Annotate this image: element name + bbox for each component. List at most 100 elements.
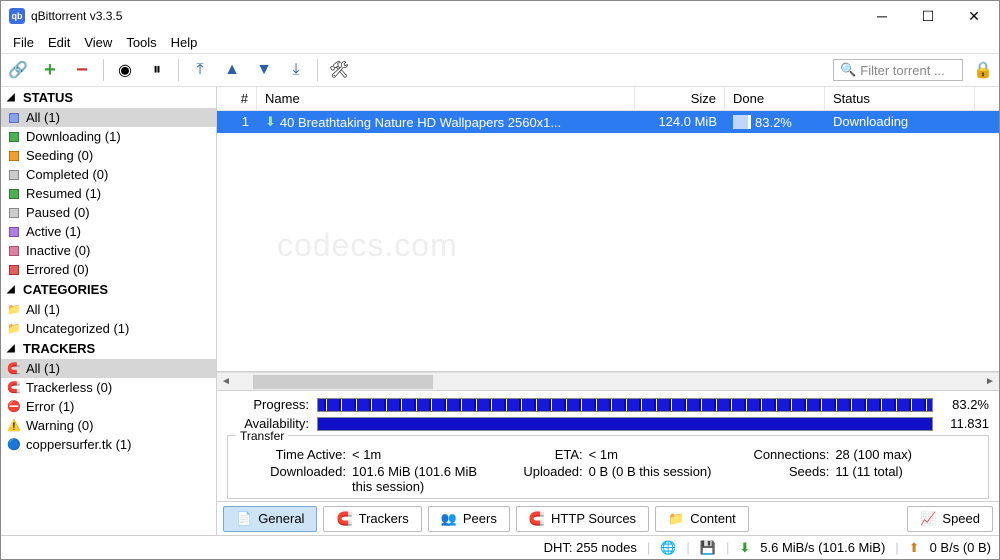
- menu-edit[interactable]: Edit: [42, 33, 76, 52]
- disk-icon: 💾: [700, 540, 716, 556]
- sidebar-icon: 📁: [7, 322, 21, 336]
- sidebar-icon: ⚠️: [7, 419, 21, 433]
- sidebar-item-label: Paused (0): [26, 205, 90, 220]
- sidebar-status-2[interactable]: Seeding (0): [1, 146, 216, 165]
- statusbar: DHT: 255 nodes| 🌐| 💾| ⬇5.6 MiB/s (101.6 …: [1, 535, 999, 559]
- status-color-icon: [7, 263, 21, 277]
- close-button[interactable]: ✕: [951, 1, 997, 31]
- transfer-header: Transfer: [236, 429, 288, 443]
- download-rate: 5.6 MiB/s (101.6 MiB): [760, 540, 885, 555]
- sidebar-item-label: All (1): [26, 361, 60, 376]
- col-index[interactable]: #: [217, 87, 257, 110]
- sidebar-item-label: coppersurfer.tk (1): [26, 437, 132, 452]
- watermark: codecs.com: [277, 227, 458, 264]
- menubar: File Edit View Tools Help: [1, 31, 999, 53]
- col-done[interactable]: Done: [725, 87, 825, 110]
- settings-icon[interactable]: 🛠: [328, 59, 350, 81]
- sidebar: STATUS All (1) Downloading (1) Seeding (0)…: [1, 87, 217, 535]
- tab-peers[interactable]: 👥Peers: [428, 506, 510, 532]
- content-icon: 📁: [668, 511, 684, 527]
- sidebar-tracker-2[interactable]: ⛔ Error (1): [1, 397, 216, 416]
- sidebar-item-label: Uncategorized (1): [26, 321, 129, 336]
- sidebar-status-1[interactable]: Downloading (1): [1, 127, 216, 146]
- col-status[interactable]: Status: [825, 87, 975, 110]
- pause-icon[interactable]: ⏸: [146, 59, 168, 81]
- sidebar-item-label: Error (1): [26, 399, 74, 414]
- detail-tabs: 📄General 🧲Trackers 👥Peers 🧲HTTP Sources …: [217, 501, 999, 535]
- sidebar-category-1[interactable]: 📁 Uncategorized (1): [1, 319, 216, 338]
- sidebar-item-label: Inactive (0): [26, 243, 90, 258]
- sidebar-status-4[interactable]: Resumed (1): [1, 184, 216, 203]
- tab-speed[interactable]: 📈Speed: [907, 506, 993, 532]
- availability-value: 11.831: [941, 416, 989, 431]
- tab-http-sources[interactable]: 🧲HTTP Sources: [516, 506, 649, 532]
- horizontal-scrollbar[interactable]: ◄►: [217, 372, 999, 390]
- move-top-icon[interactable]: ⤒: [189, 59, 211, 81]
- downloading-icon: ⬇: [265, 114, 276, 130]
- sidebar-tracker-3[interactable]: ⚠️ Warning (0): [1, 416, 216, 435]
- col-size[interactable]: Size: [635, 87, 725, 110]
- status-color-icon: [7, 111, 21, 125]
- peers-icon: 👥: [441, 511, 457, 527]
- status-color-icon: [7, 168, 21, 182]
- upload-icon: ⬆: [909, 540, 920, 556]
- trackers-icon: 🧲: [336, 511, 352, 527]
- progress-cell-bar: [733, 115, 751, 129]
- tab-general[interactable]: 📄General: [223, 506, 317, 532]
- sidebar-status-3[interactable]: Completed (0): [1, 165, 216, 184]
- lock-icon[interactable]: 🔒: [973, 60, 993, 80]
- tab-content[interactable]: 📁Content: [655, 506, 749, 532]
- sidebar-item-label: All (1): [26, 110, 60, 125]
- add-link-icon[interactable]: 🔗: [7, 59, 29, 81]
- torrent-table: # Name Size Done Status 1 ⬇40 Breathtaki…: [217, 87, 999, 372]
- menu-file[interactable]: File: [7, 33, 40, 52]
- globe-icon[interactable]: 🌐: [660, 540, 676, 556]
- minimize-button[interactable]: ─: [859, 1, 905, 31]
- move-up-icon[interactable]: ▲: [221, 59, 243, 81]
- sidebar-item-label: Warning (0): [26, 418, 93, 433]
- menu-help[interactable]: Help: [165, 33, 204, 52]
- availability-bar: [317, 417, 933, 431]
- progress-label: Progress:: [227, 397, 309, 412]
- menu-tools[interactable]: Tools: [120, 33, 162, 52]
- sidebar-section-trackers[interactable]: TRACKERS: [1, 338, 216, 359]
- sidebar-section-categories[interactable]: CATEGORIES: [1, 279, 216, 300]
- sidebar-status-5[interactable]: Paused (0): [1, 203, 216, 222]
- filter-input[interactable]: 🔍Filter torrent ...: [833, 59, 963, 81]
- tab-trackers[interactable]: 🧲Trackers: [323, 506, 421, 532]
- sidebar-status-6[interactable]: Active (1): [1, 222, 216, 241]
- dht-status: DHT: 255 nodes: [544, 540, 637, 555]
- sidebar-tracker-0[interactable]: 🧲All (1): [1, 359, 216, 378]
- sidebar-item-label: Trackerless (0): [26, 380, 112, 395]
- download-icon: ⬇: [739, 540, 750, 556]
- progress-bar: [317, 398, 933, 412]
- sidebar-item-label: Downloading (1): [26, 129, 121, 144]
- upload-rate: 0 B/s (0 B): [930, 540, 991, 555]
- status-color-icon: [7, 149, 21, 163]
- titlebar: qb qBittorrent v3.3.5 ─ ☐ ✕: [1, 1, 999, 31]
- sidebar-tracker-4[interactable]: 🔵coppersurfer.tk (1): [1, 435, 216, 454]
- sidebar-item-label: All (1): [26, 302, 60, 317]
- speed-icon: 📈: [920, 511, 936, 527]
- sidebar-section-status[interactable]: STATUS: [1, 87, 216, 108]
- move-down-icon[interactable]: ▼: [253, 59, 275, 81]
- maximize-button[interactable]: ☐: [905, 1, 951, 31]
- menu-view[interactable]: View: [78, 33, 118, 52]
- sidebar-item-label: Completed (0): [26, 167, 108, 182]
- table-row[interactable]: 1 ⬇40 Breathtaking Nature HD Wallpapers …: [217, 111, 999, 133]
- remove-torrent-icon[interactable]: −: [71, 59, 93, 81]
- toolbar: 🔗 + − ◉ ⏸ ⤒ ▲ ▼ ⤓ 🛠 🔍Filter torrent ... …: [1, 53, 999, 87]
- search-icon: 🔍: [840, 62, 856, 78]
- col-name[interactable]: Name: [257, 87, 635, 110]
- sidebar-tracker-1[interactable]: 🧲Trackerless (0): [1, 378, 216, 397]
- add-torrent-icon[interactable]: +: [39, 59, 61, 81]
- status-color-icon: [7, 244, 21, 258]
- sidebar-status-7[interactable]: Inactive (0): [1, 241, 216, 260]
- sidebar-category-0[interactable]: 📁All (1): [1, 300, 216, 319]
- sidebar-icon: ⛔: [7, 400, 21, 414]
- sidebar-status-8[interactable]: Errored (0): [1, 260, 216, 279]
- sidebar-status-0[interactable]: All (1): [1, 108, 216, 127]
- resume-icon[interactable]: ◉: [114, 59, 136, 81]
- move-bottom-icon[interactable]: ⤓: [285, 59, 307, 81]
- progress-value: 83.2%: [941, 397, 989, 412]
